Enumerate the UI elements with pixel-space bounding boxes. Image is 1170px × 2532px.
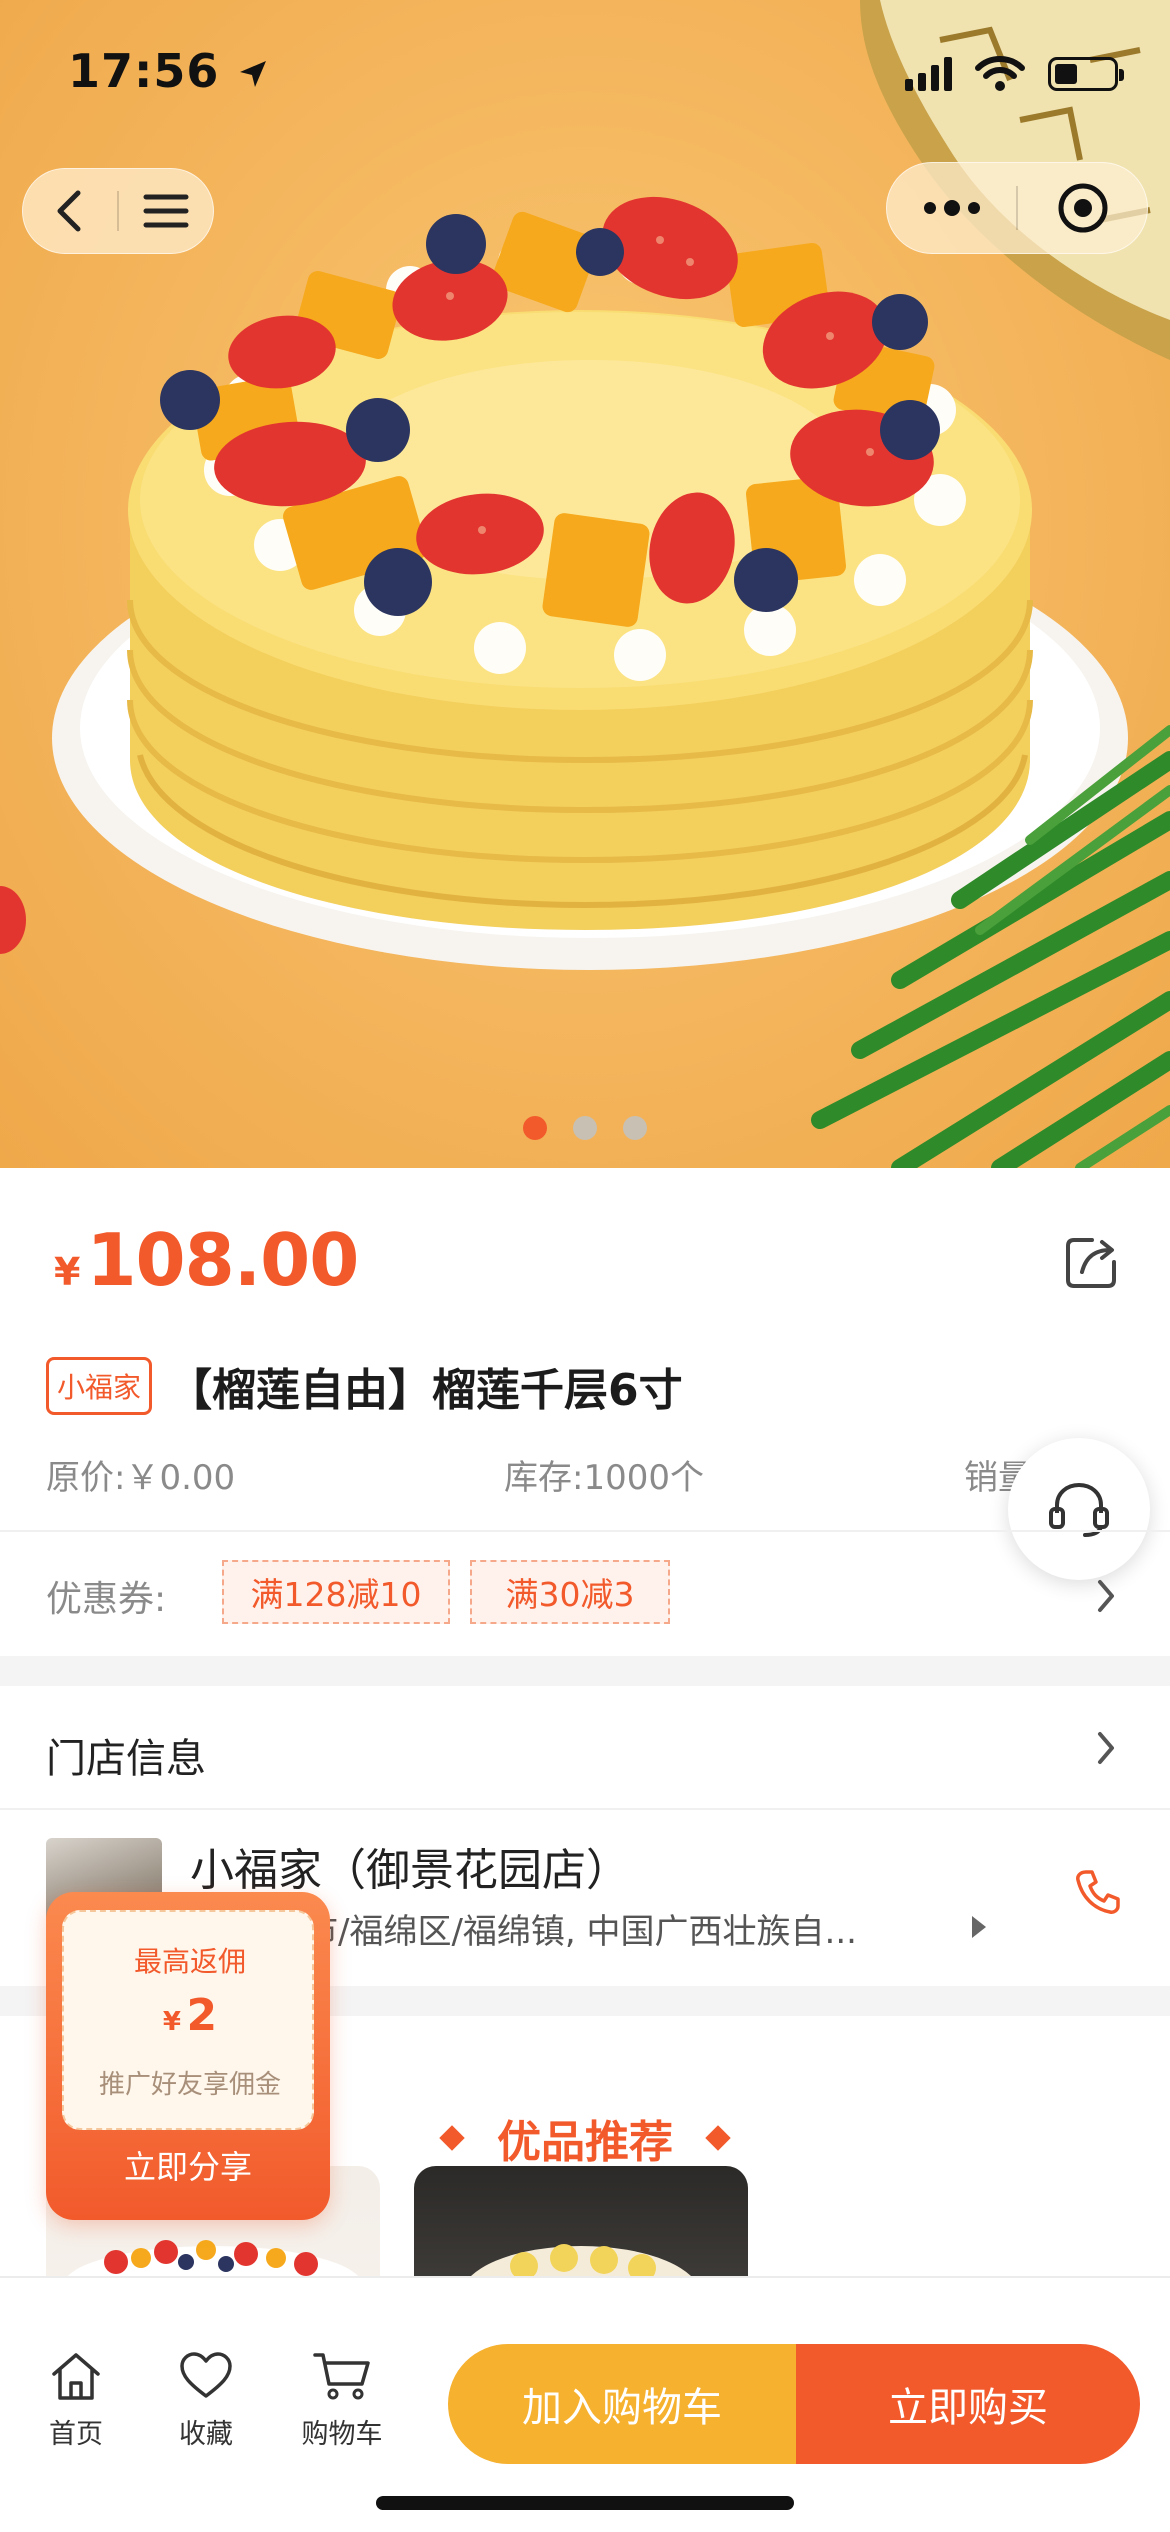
- product-title-row: 小福家 【榴莲自由】榴莲千层6寸: [46, 1354, 683, 1418]
- cellular-signal-icon: [905, 57, 952, 91]
- coupon-chip[interactable]: 满128减10: [222, 1560, 450, 1624]
- diamond-decoration-icon: [439, 2125, 465, 2151]
- recommend-title: 优品推荐: [497, 2117, 673, 2168]
- triangle-right-icon: [972, 1916, 986, 1938]
- store-address[interactable]: 林市/福绵区/福绵镇, 中国广西壮族自...: [270, 1904, 857, 1953]
- share-now-button[interactable]: 立即分享: [46, 2142, 330, 2188]
- diamond-decoration-icon: [705, 2125, 731, 2151]
- chevron-left-icon: [57, 190, 81, 232]
- target-close-icon: [1058, 183, 1107, 233]
- product-thumbnail: [471, 2244, 691, 2276]
- carousel-dot[interactable]: [623, 1116, 647, 1140]
- phone-icon[interactable]: [1074, 1868, 1122, 1916]
- battery-icon: [1048, 57, 1124, 91]
- stock-count: 库存:1000个: [504, 1458, 704, 1498]
- price-currency: ¥: [54, 1250, 81, 1294]
- more-options-button[interactable]: [887, 163, 1016, 253]
- coupon-chip[interactable]: 满30减3: [470, 1560, 670, 1624]
- more-dots-icon: [923, 200, 980, 216]
- back-button[interactable]: [23, 169, 117, 253]
- product-meta: 原价:￥0.00 库存:1000个 销量: [46, 1450, 1146, 1498]
- carousel-dot[interactable]: [573, 1116, 597, 1140]
- commission-amount: ¥ 2: [64, 1990, 316, 2041]
- commission-currency: ¥: [162, 2007, 181, 2037]
- coupon-label: 优惠券:: [46, 1579, 167, 1620]
- shop-tag: 小福家: [46, 1357, 153, 1415]
- bottom-action-bar: 首页 收藏 购物车 加入购物车 立即购买: [0, 2276, 1170, 2532]
- price-value: 108.00: [86, 1218, 359, 1302]
- tab-home[interactable]: 首页: [16, 2350, 136, 2451]
- heart-icon: [180, 2352, 232, 2398]
- hamburger-menu-icon: [143, 194, 189, 228]
- store-section-title[interactable]: 门店信息: [46, 1726, 206, 1784]
- chevron-right-icon[interactable]: [1094, 1728, 1118, 1768]
- buy-now-button[interactable]: 立即购买: [796, 2344, 1140, 2464]
- share-icon: [1066, 1238, 1116, 1288]
- wifi-icon: [975, 56, 1025, 91]
- status-indicators: [905, 54, 1124, 94]
- carousel-dots[interactable]: [0, 1116, 1170, 1140]
- home-indicator: [376, 2496, 794, 2510]
- tab-label: 首页: [49, 2419, 103, 2450]
- commission-title: 最高返佣: [133, 1945, 246, 1978]
- original-price: 原价:￥0.00: [46, 1458, 236, 1498]
- tab-label: 购物车: [301, 2419, 383, 2450]
- add-to-cart-button[interactable]: 加入购物车: [448, 2344, 796, 2464]
- close-miniprogram-button[interactable]: [1018, 163, 1147, 253]
- product-image-carousel[interactable]: 17:56: [0, 0, 1170, 1168]
- chevron-right-icon: [1098, 1580, 1114, 1612]
- status-bar: 17:56: [0, 0, 1170, 140]
- coupon-row[interactable]: 优惠券: 满128减10 满30减3: [0, 1530, 1170, 1656]
- location-arrow-icon: [240, 61, 267, 87]
- tab-label: 收藏: [179, 2419, 233, 2450]
- share-button[interactable]: [1062, 1232, 1122, 1292]
- commission-popup[interactable]: 最高返佣 ¥ 2 推广好友享佣金 立即分享: [46, 1892, 330, 2220]
- tab-cart[interactable]: 购物车: [282, 2350, 402, 2451]
- menu-button[interactable]: [119, 169, 213, 253]
- miniprogram-capsule: [886, 162, 1148, 254]
- carousel-dot[interactable]: [523, 1116, 547, 1140]
- recommended-product-card[interactable]: [414, 2166, 748, 2276]
- commission-value: 2: [186, 1990, 218, 2041]
- purchase-buttons: 加入购物车 立即购买: [448, 2344, 1140, 2464]
- cart-icon: [313, 2353, 370, 2400]
- product-price: ¥ 108.00: [54, 1218, 359, 1302]
- store-name[interactable]: 小福家（御景花园店）: [190, 1834, 630, 1898]
- tab-favorite[interactable]: 收藏: [146, 2350, 266, 2451]
- product-title: 【榴莲自由】榴莲千层6寸: [168, 1365, 683, 1416]
- product-info-card: ¥ 108.00 小福家 【榴莲自由】榴莲千层6寸 原价:￥0.00 库存:10…: [0, 1168, 1170, 1656]
- commission-subtitle: 推广好友享佣金: [98, 2070, 281, 2100]
- nav-capsule: [22, 168, 214, 254]
- home-icon: [52, 2353, 100, 2400]
- status-time: 17:56: [68, 44, 270, 98]
